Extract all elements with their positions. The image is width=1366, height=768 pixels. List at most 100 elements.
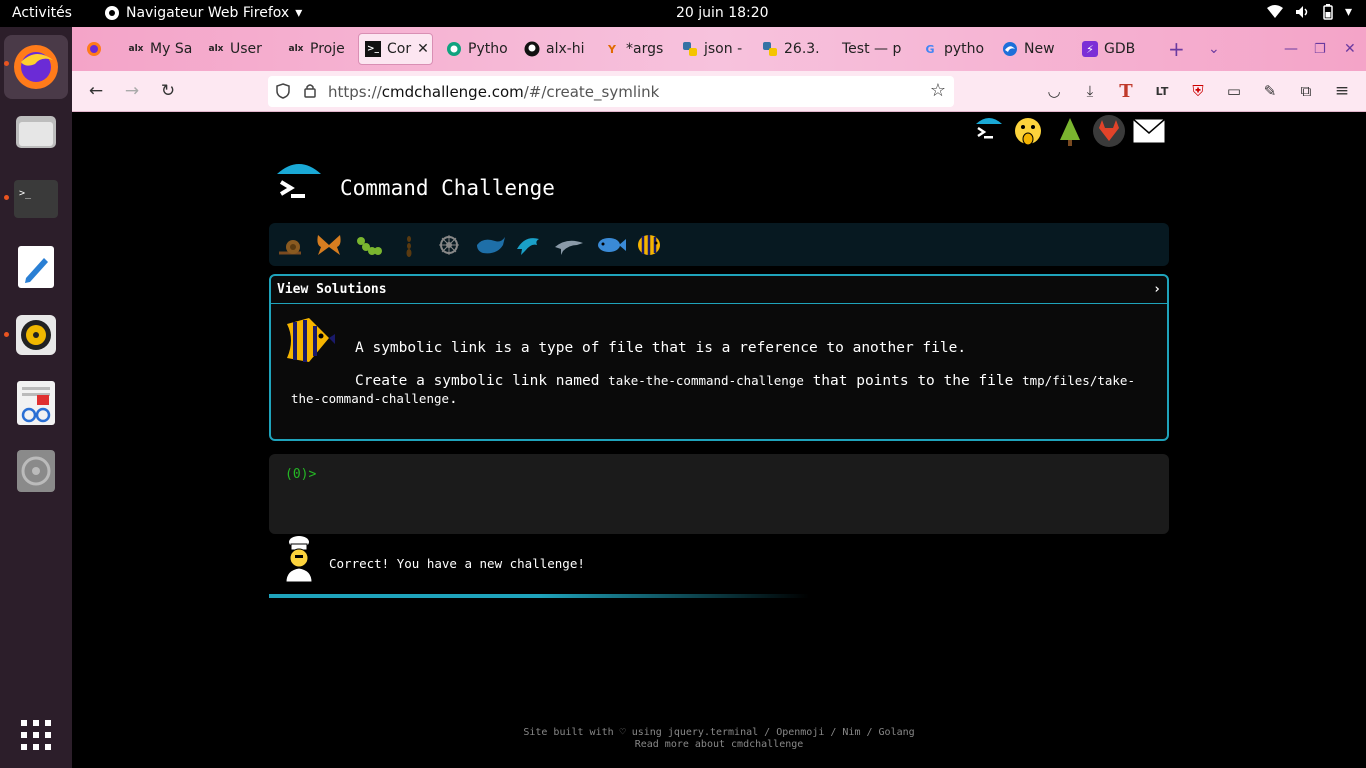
extensions-icon[interactable]: ⧉ — [1296, 81, 1316, 101]
alx-icon: alx — [288, 44, 304, 54]
eyedropper-icon[interactable]: ✎ — [1260, 81, 1280, 101]
dock-document-viewer[interactable] — [14, 381, 58, 425]
tab-label: Test — p — [842, 41, 902, 57]
minimize-button[interactable]: — — [1278, 33, 1298, 65]
gitlab-icon[interactable] — [1092, 114, 1126, 148]
reload-button[interactable]: ↻ — [158, 81, 178, 101]
tab-label: User — [230, 41, 262, 57]
face-with-hand-icon[interactable] — [1012, 116, 1044, 148]
level-caterpillar-icon[interactable] — [355, 231, 383, 259]
dock-terminal[interactable]: >_ — [14, 177, 58, 221]
chevron-right-icon: › — [1153, 282, 1161, 297]
tab-4[interactable]: Pytho — [440, 33, 508, 65]
firefox-icon — [14, 45, 58, 89]
level-dolphin-icon[interactable] — [515, 231, 543, 259]
page-title: Command Challenge — [340, 176, 555, 200]
new-tab-button[interactable]: + — [1162, 33, 1186, 65]
tab-5[interactable]: alx-hi — [518, 33, 586, 65]
wifi-icon — [1266, 5, 1283, 18]
level-tropical-fish-icon[interactable] — [635, 231, 663, 259]
level-fish-icon[interactable] — [595, 231, 627, 259]
tab-7[interactable]: json - — [676, 33, 744, 65]
downloads-icon[interactable]: ⤓ — [1080, 81, 1100, 101]
progress-bar — [269, 594, 1169, 598]
level-whale-icon[interactable] — [475, 231, 507, 259]
dock-disk-utility[interactable] — [14, 449, 58, 493]
menu-icon[interactable]: ≡ — [1332, 81, 1352, 101]
battery-icon — [1323, 4, 1333, 20]
text-editor-icon — [18, 246, 54, 288]
tab-12[interactable]: ⚡ GDB — [1076, 33, 1144, 65]
tab-9[interactable]: Test — p — [836, 33, 906, 65]
tab-6[interactable]: Y *args — [598, 33, 664, 65]
activities-button[interactable]: Activités — [12, 5, 72, 21]
dock: >_ — [0, 27, 72, 768]
envelope-icon[interactable] — [1132, 118, 1166, 144]
system-top-bar: Activités Navigateur Web Firefox ▾ 20 ju… — [0, 0, 1366, 27]
show-applications-button[interactable] — [14, 713, 58, 757]
result-text: Correct! You have a new challenge! — [329, 556, 585, 571]
chevron-down-icon: ▾ — [295, 5, 303, 21]
music-player-icon — [16, 315, 56, 355]
volume-icon — [1295, 6, 1308, 18]
close-icon[interactable]: ✕ — [417, 41, 432, 57]
openai-icon — [447, 42, 461, 56]
navigation-bar: ← → ↻ https://cmdchallenge.com/#/create_… — [72, 71, 1366, 112]
tropical-fish-icon — [287, 318, 335, 362]
dock-rhythmbox[interactable] — [14, 313, 58, 357]
level-snail-icon[interactable] — [277, 231, 305, 259]
tab-1[interactable]: alx User — [202, 33, 274, 65]
close-window-button[interactable]: ✕ — [1338, 33, 1358, 65]
terminal[interactable]: (0)> — [269, 454, 1169, 534]
grid-icon — [21, 720, 51, 750]
challenge-panel: View Solutions › A symbolic link is a ty… — [269, 274, 1169, 441]
level-ant-icon[interactable] — [395, 231, 423, 259]
firefox-view-button[interactable] — [80, 33, 108, 65]
tab-3-active[interactable]: >_ Cor ✕ — [358, 33, 433, 65]
dock-files[interactable] — [14, 109, 58, 153]
maximize-button[interactable]: ❐ — [1308, 33, 1328, 65]
tab-2[interactable]: alx Proje — [282, 33, 354, 65]
alx-icon: alx — [208, 44, 224, 54]
terminal-prompt: (0)> — [285, 467, 317, 482]
app-menu[interactable]: Navigateur Web Firefox ▾ — [104, 5, 302, 21]
bolt-icon: ⚡ — [1082, 41, 1098, 57]
forward-button[interactable]: → — [122, 81, 142, 101]
ycombinator-icon: Y — [608, 42, 616, 56]
view-solutions-label: View Solutions — [277, 282, 387, 297]
dock-text-editor[interactable] — [14, 245, 58, 289]
tab-10[interactable]: G pytho — [916, 33, 986, 65]
level-wheel-icon[interactable] — [435, 231, 463, 259]
cmdchallenge-icon[interactable] — [972, 116, 1006, 146]
system-tray[interactable]: ▾ — [1266, 4, 1352, 20]
dock-firefox[interactable] — [4, 35, 68, 99]
list-all-tabs-button[interactable]: ⌄ — [1202, 33, 1226, 65]
languagetool-icon[interactable]: LT — [1152, 81, 1172, 101]
tab-label: 26.3. — [784, 41, 820, 57]
screen-extension-icon[interactable]: ▭ — [1224, 81, 1244, 101]
app-name-label: Navigateur Web Firefox — [126, 5, 290, 21]
footer: Site built with ♡ using jquery.terminal … — [269, 727, 1169, 751]
python-icon — [683, 42, 697, 56]
url-bar[interactable]: https://cmdchallenge.com/#/create_symlin… — [268, 76, 954, 107]
level-dolphin-gray-icon[interactable] — [553, 231, 585, 259]
firefox-icon — [105, 6, 119, 20]
tab-label: Cor — [387, 41, 412, 57]
tab-8[interactable]: 26.3. — [756, 33, 822, 65]
cmdchallenge-logo — [277, 164, 321, 198]
tt-extension-icon[interactable]: T — [1116, 81, 1136, 102]
tab-11[interactable]: New — [996, 33, 1066, 65]
tab-label: Proje — [310, 41, 345, 57]
footer-read-more-link[interactable]: Read more about cmdchallenge — [269, 739, 1169, 751]
terminal-icon: >_ — [365, 41, 381, 57]
ublock-icon[interactable]: ⛨ — [1188, 81, 1208, 101]
clock[interactable]: 20 juin 18:20 — [676, 5, 769, 21]
pocket-icon[interactable]: ◡ — [1044, 81, 1064, 101]
bookmark-star-icon[interactable]: ☆ — [930, 80, 946, 101]
level-butterfly-icon[interactable] — [315, 231, 343, 259]
google-icon: G — [925, 42, 935, 56]
view-solutions-toggle[interactable]: View Solutions › — [271, 276, 1167, 304]
tree-icon[interactable] — [1056, 116, 1084, 148]
tab-0[interactable]: alx My Sa — [122, 33, 194, 65]
back-button[interactable]: ← — [86, 81, 106, 101]
